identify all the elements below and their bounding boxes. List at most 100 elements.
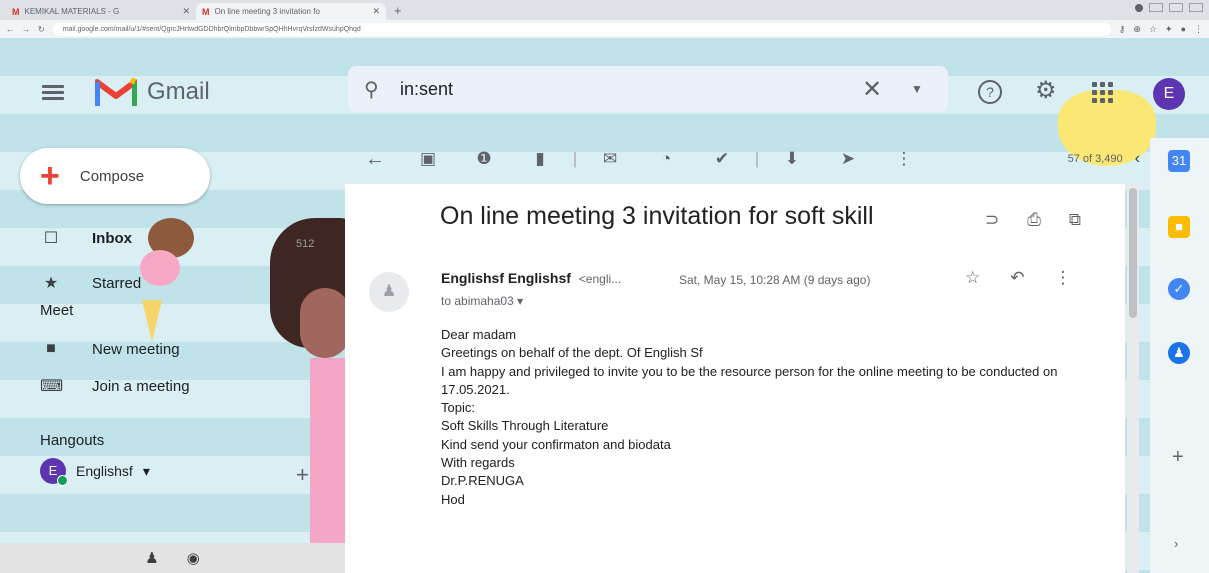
profile-icon[interactable]: ● — [1181, 24, 1186, 35]
reply-icon[interactable]: ↶ — [1010, 268, 1024, 288]
pagination-count: 57 of 3,490 — [1067, 153, 1123, 165]
keep-icon[interactable]: ■ — [1168, 216, 1190, 238]
gmail-favicon-icon: M — [202, 6, 210, 17]
chevron-down-icon[interactable]: ▾ — [517, 294, 523, 308]
new-tab-button[interactable]: + — [386, 3, 410, 20]
body-line: With regards — [441, 455, 515, 471]
search-icon[interactable]: ⚲ — [364, 77, 400, 102]
chat-icon[interactable]: ◉ — [187, 549, 200, 567]
back-icon[interactable]: ← — [350, 148, 400, 171]
print-icon[interactable]: ⎙ — [1027, 210, 1041, 230]
expand-panel-icon[interactable]: › — [1174, 536, 1178, 551]
maximize-button[interactable] — [1169, 3, 1183, 12]
tasks-icon[interactable]: ✓ — [1168, 278, 1190, 300]
theme-girl-dress — [310, 358, 350, 573]
back-nav-icon[interactable]: ← — [6, 25, 14, 34]
search-input[interactable]: in:sent — [400, 79, 842, 100]
browser-tab-1[interactable]: M KEMIKAL MATERIALS - G ✕ — [6, 3, 196, 20]
open-new-window-icon[interactable]: ⧉ — [1069, 210, 1081, 230]
inbox-count: 512 — [296, 238, 315, 250]
browser-toolbar: ← → ↻ mail.google.com/mail/u/1/#sent/Qgr… — [0, 20, 1209, 38]
sender-name: Englishsf Englishsf — [441, 270, 571, 286]
chevron-left-icon[interactable]: ‹ — [1135, 150, 1140, 168]
tab-title: On line meeting 3 invitation fo — [214, 7, 320, 16]
extension-icon[interactable]: ✦ — [1165, 24, 1173, 35]
body-line: Soft Skills Through Literature — [441, 418, 609, 434]
contacts-icon[interactable]: ♟ — [145, 549, 158, 567]
search-bar[interactable]: ⚲ in:sent ✕ ▼ — [348, 66, 948, 112]
key-icon[interactable]: ⚷ — [1119, 24, 1126, 35]
more-options-icon[interactable]: ⋮ — [1055, 268, 1072, 288]
sidebar-item-label: Starred — [92, 274, 142, 292]
recipient-line[interactable]: to abimaha03 ▾ — [441, 294, 523, 308]
ice-cream-scoop — [140, 250, 180, 286]
body-line: Dear madam — [441, 327, 517, 342]
sidebar-item-label: Inbox — [92, 229, 132, 247]
scrollbar-thumb[interactable] — [1129, 188, 1137, 318]
sidebar-item-new-meeting[interactable]: ■ New meeting — [40, 340, 179, 358]
star-icon[interactable]: ☆ — [965, 268, 980, 288]
minimize-button[interactable] — [1149, 3, 1163, 12]
recipient-text: to abimaha03 — [441, 294, 514, 308]
browser-tab-bar: M KEMIKAL MATERIALS - G ✕ M On line meet… — [0, 0, 1209, 20]
meet-section-title: Meet — [40, 302, 74, 319]
app-name: Gmail — [147, 78, 210, 105]
toolbar-divider: | — [572, 149, 578, 168]
contacts-side-icon[interactable]: ♟ — [1168, 342, 1190, 364]
move-to-icon[interactable]: ⬇ — [764, 149, 820, 169]
body-line: Greetings on behalf of the dept. Of Engl… — [441, 345, 703, 361]
add-task-icon[interactable]: ✔ — [694, 149, 750, 169]
chevron-down-icon[interactable]: ▾ — [143, 463, 150, 480]
account-avatar[interactable]: E — [1153, 78, 1185, 110]
sender-address: <engli... — [578, 272, 622, 286]
archive-icon[interactable]: ▣ — [400, 149, 456, 169]
browser-tab-2[interactable]: M On line meeting 3 invitation fo ✕ — [196, 3, 386, 20]
address-bar[interactable]: mail.google.com/mail/u/1/#sent/QgrcJHrtw… — [52, 22, 1111, 36]
snooze-icon[interactable]: ◔ — [638, 149, 694, 169]
close-tab-icon[interactable]: ✕ — [372, 6, 380, 17]
close-window-button[interactable] — [1189, 3, 1203, 12]
zoom-icon[interactable]: ⊕ — [1133, 24, 1141, 35]
message-body: Dear madam Greetings on behalf of the de… — [441, 326, 1081, 509]
add-hangout-icon[interactable]: + — [296, 462, 309, 488]
important-label-icon[interactable]: ⊃ — [985, 210, 999, 230]
bookmark-star-icon[interactable]: ☆ — [1149, 24, 1157, 35]
message-toolbar: ← ▣ ❶ ▮ | ✉ ◔ ✔ | ⬇ ➤ ⋮ 57 of 3,490 ‹ — [350, 138, 1140, 180]
main-menu-icon[interactable] — [42, 82, 64, 103]
sidebar-item-starred[interactable]: ★ Starred — [40, 273, 141, 293]
more-options-icon[interactable]: ⋮ — [876, 149, 932, 169]
sidebar-item-inbox[interactable]: ☐ Inbox — [40, 228, 132, 248]
help-icon[interactable]: ? — [978, 80, 1002, 104]
forward-nav-icon[interactable]: → — [22, 25, 30, 34]
message-header-actions: ☆ ↶ ⋮ — [965, 268, 1072, 288]
google-apps-icon[interactable] — [1092, 82, 1113, 103]
delete-icon[interactable]: ▮ — [512, 149, 568, 169]
gmail-logo[interactable]: Gmail — [95, 76, 210, 108]
reload-icon[interactable]: ↻ — [38, 25, 45, 34]
close-tab-icon[interactable]: ✕ — [182, 6, 190, 17]
message-date: Sat, May 15, 10:28 AM (9 days ago) — [679, 273, 871, 287]
address-text: mail.google.com/mail/u/1/#sent/QgrcJHrtw… — [62, 25, 361, 33]
compose-button[interactable]: + Compose — [20, 148, 210, 204]
browser-menu-icon[interactable]: ⋮ — [1194, 24, 1203, 35]
side-panel: 31 ■ ✓ ♟ + › — [1150, 138, 1209, 573]
mark-unread-icon[interactable]: ✉ — [582, 149, 638, 169]
ice-cream-cone — [142, 300, 162, 342]
inbox-icon: ☐ — [43, 230, 59, 247]
body-line: I am happy and privileged to invite you … — [441, 363, 1058, 397]
sender-avatar: ♟ — [369, 272, 409, 312]
gmail-m-icon — [95, 77, 137, 106]
extensions-area: ⚷ ⊕ ☆ ✦ ● ⋮ — [1119, 24, 1203, 35]
label-icon[interactable]: ➤ — [820, 149, 876, 169]
calendar-icon[interactable]: 31 — [1168, 150, 1190, 172]
clear-search-icon[interactable]: ✕ — [842, 75, 902, 104]
search-options-icon[interactable]: ▼ — [902, 82, 932, 96]
keyboard-icon: ⌨ — [40, 378, 64, 395]
sidebar-item-join-meeting[interactable]: ⌨ Join a meeting — [40, 376, 190, 396]
hangouts-user[interactable]: E Englishsf ▾ — [40, 458, 150, 486]
report-spam-icon[interactable]: ❶ — [456, 149, 512, 169]
gear-icon[interactable]: ⚙ — [1035, 76, 1057, 105]
body-line: Dr.P.RENUGA — [441, 473, 524, 489]
add-addon-icon[interactable]: + — [1172, 446, 1184, 469]
message-scrollbar[interactable] — [1127, 184, 1139, 573]
